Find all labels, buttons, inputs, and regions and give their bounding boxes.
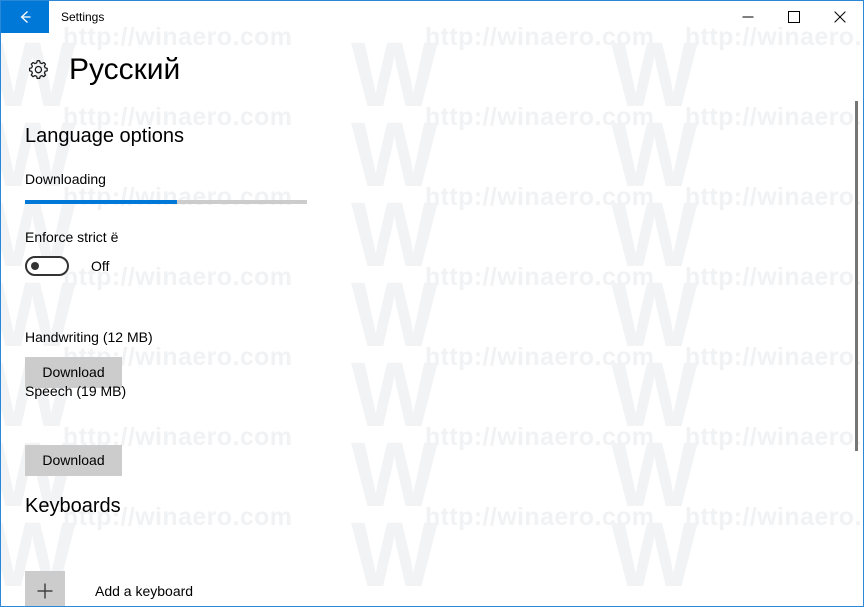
enforce-strict-label: Enforce strict ё	[25, 229, 119, 245]
window-controls	[725, 1, 863, 33]
language-options-heading: Language options	[25, 125, 185, 147]
settings-content: Русский Language options Downloading Enf…	[1, 33, 863, 606]
window-title: Settings	[61, 10, 105, 24]
plus-icon	[25, 571, 65, 606]
enforce-strict-toggle-row: Off	[25, 256, 109, 276]
page-header: Русский	[25, 55, 180, 85]
add-keyboard-button[interactable]: Add a keyboard	[25, 571, 194, 606]
handwriting-label: Handwriting (12 MB)	[25, 329, 153, 345]
keyboards-heading: Keyboards	[25, 495, 121, 517]
enforce-strict-state: Off	[91, 258, 110, 274]
enforce-strict-toggle[interactable]	[25, 256, 69, 276]
vertical-scrollbar[interactable]	[850, 33, 862, 606]
settings-window: W http://winaero.com W http://winaero.co…	[0, 0, 864, 607]
speech-label: Speech (19 MB)	[25, 383, 127, 399]
minimize-button[interactable]	[725, 1, 771, 33]
maximize-button[interactable]	[771, 1, 817, 33]
download-progress-fill	[25, 200, 178, 204]
add-keyboard-label: Add a keyboard	[95, 583, 194, 599]
toggle-knob	[31, 262, 39, 270]
scrollbar-thumb[interactable]	[855, 101, 858, 451]
page-title: Русский	[69, 53, 181, 86]
minimize-icon	[742, 11, 754, 23]
back-button[interactable]	[1, 1, 49, 33]
gear-icon	[25, 57, 51, 83]
close-button[interactable]	[817, 1, 863, 33]
title-bar: Settings	[1, 1, 863, 33]
maximize-icon	[788, 11, 800, 23]
download-progress-bar	[25, 200, 307, 204]
back-arrow-icon	[15, 7, 35, 27]
close-icon	[834, 11, 846, 23]
speech-download-button[interactable]: Download	[25, 445, 122, 476]
download-status-label: Downloading	[25, 171, 106, 187]
